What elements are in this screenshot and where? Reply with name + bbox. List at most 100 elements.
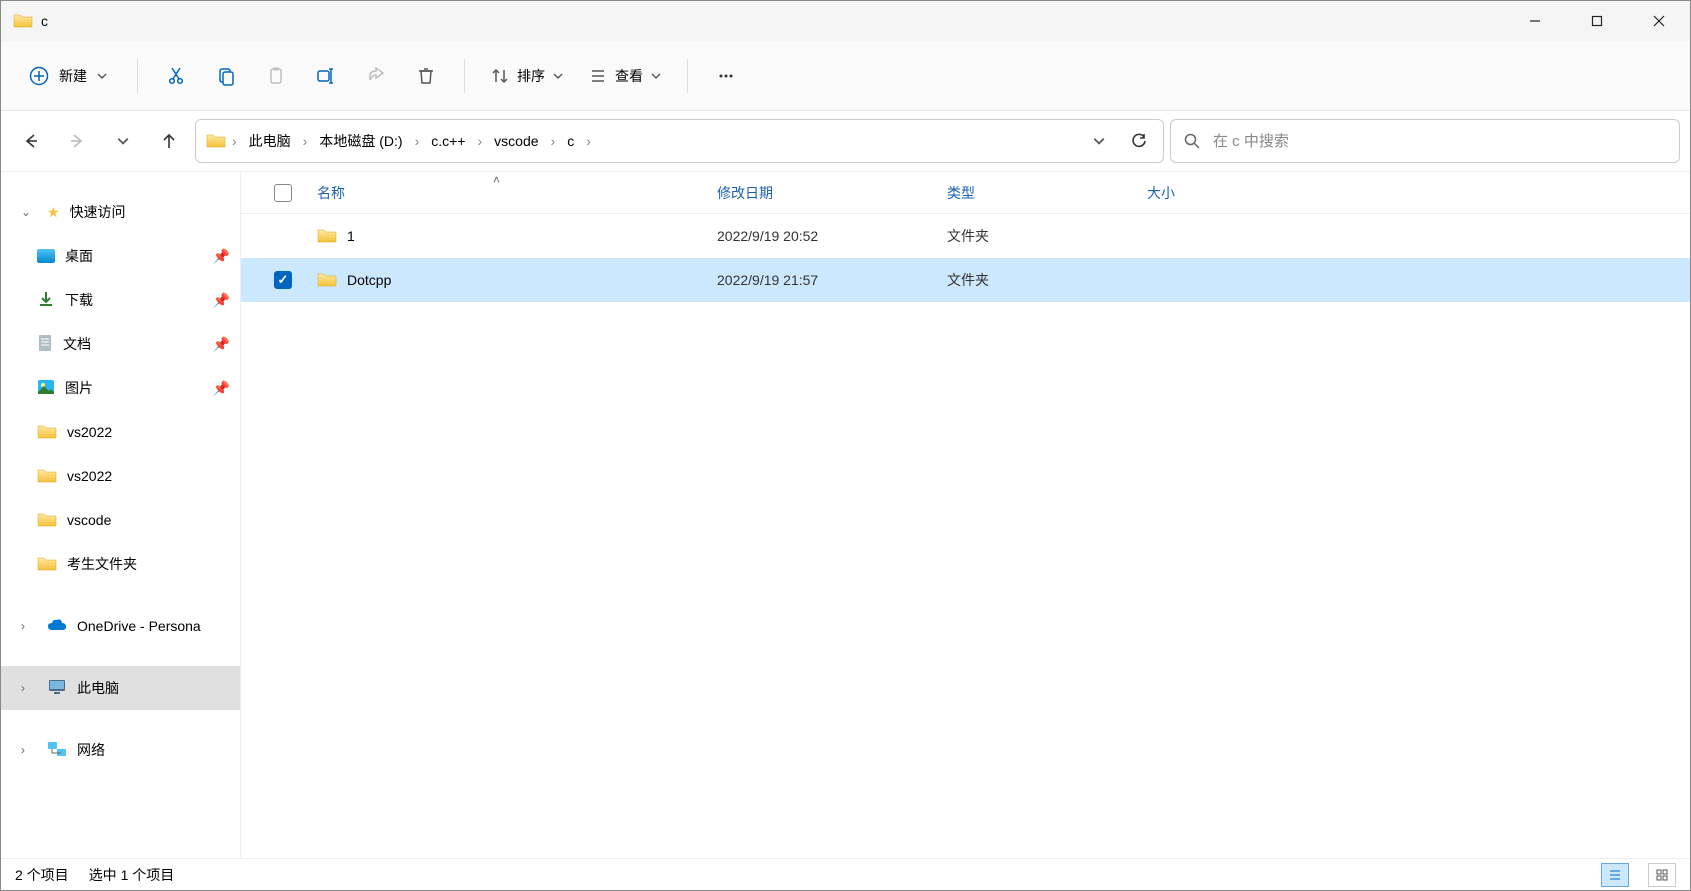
cloud-icon <box>47 618 67 635</box>
sidebar-item-downloads[interactable]: 下载 📌 <box>1 278 240 322</box>
search-box[interactable] <box>1170 119 1680 163</box>
new-button[interactable]: 新建 <box>15 58 121 94</box>
sidebar-item-pictures[interactable]: 图片 📌 <box>1 366 240 410</box>
sort-label: 排序 <box>517 66 545 86</box>
folder-icon <box>317 227 337 246</box>
sidebar-item-folder[interactable]: 考生文件夹 <box>1 542 240 586</box>
sidebar: ⌄ ★ 快速访问 桌面 📌 下载 📌 文档 📌 图片 <box>1 172 241 858</box>
minimize-button[interactable] <box>1504 1 1566 41</box>
sidebar-label: vs2022 <box>67 468 230 484</box>
pictures-icon <box>37 379 55 398</box>
search-icon <box>1183 132 1201 150</box>
row-checkbox[interactable] <box>263 227 303 245</box>
chevron-down-icon <box>97 71 107 81</box>
copy-button[interactable] <box>204 54 248 98</box>
chevron-right-icon: › <box>301 133 310 149</box>
history-dropdown-button[interactable] <box>1081 123 1117 159</box>
chevron-right-icon: › <box>21 619 37 633</box>
sort-button[interactable]: 排序 <box>481 58 573 94</box>
sidebar-label: 桌面 <box>65 246 203 266</box>
icons-view-button[interactable] <box>1648 863 1676 887</box>
sidebar-this-pc[interactable]: › 此电脑 <box>1 666 240 710</box>
delete-button[interactable] <box>404 54 448 98</box>
body: ⌄ ★ 快速访问 桌面 📌 下载 📌 文档 📌 图片 <box>1 171 1690 858</box>
sidebar-item-desktop[interactable]: 桌面 📌 <box>1 234 240 278</box>
file-name: Dotcpp <box>347 272 391 288</box>
row-checkbox[interactable] <box>263 271 303 289</box>
pin-icon: 📌 <box>213 336 230 353</box>
up-button[interactable] <box>149 121 189 161</box>
sidebar-label: 图片 <box>65 378 203 398</box>
monitor-icon <box>47 679 67 698</box>
column-name[interactable]: 名称 ˄ <box>303 183 703 203</box>
desktop-icon <box>37 249 55 263</box>
select-all-checkbox[interactable] <box>263 184 303 202</box>
chevron-right-icon: › <box>230 133 239 149</box>
sidebar-item-folder[interactable]: vs2022 <box>1 410 240 454</box>
address-row: › 此电脑 › 本地磁盘 (D:) › c.c++ › vscode › c › <box>1 111 1690 171</box>
chevron-right-icon: › <box>475 133 484 149</box>
download-icon <box>37 290 55 311</box>
file-row[interactable]: Dotcpp 2022/9/19 21:57 文件夹 <box>241 258 1690 302</box>
pin-icon: 📌 <box>213 292 230 309</box>
window-title: c <box>41 13 48 29</box>
sidebar-quick-access[interactable]: ⌄ ★ 快速访问 <box>1 190 240 234</box>
file-date: 2022/9/19 21:57 <box>703 272 933 288</box>
sidebar-item-folder[interactable]: vscode <box>1 498 240 542</box>
more-button[interactable] <box>704 54 748 98</box>
view-label: 查看 <box>615 66 643 86</box>
document-icon <box>37 334 53 355</box>
folder-icon <box>206 132 226 151</box>
sidebar-label: vscode <box>67 512 230 528</box>
pin-icon: 📌 <box>213 380 230 397</box>
sidebar-item-documents[interactable]: 文档 📌 <box>1 322 240 366</box>
file-type: 文件夹 <box>933 270 1133 290</box>
rename-button[interactable] <box>304 54 348 98</box>
back-button[interactable] <box>11 121 51 161</box>
file-name-cell: Dotcpp <box>303 271 703 290</box>
sidebar-label: vs2022 <box>67 424 230 440</box>
folder-icon <box>317 271 337 290</box>
status-selected-count: 选中 1 个项目 <box>89 865 175 885</box>
chevron-down-icon: ⌄ <box>21 205 37 219</box>
status-bar: 2 个项目 选中 1 个项目 <box>1 858 1690 890</box>
sidebar-onedrive[interactable]: › OneDrive - Persona <box>1 604 240 648</box>
column-date[interactable]: 修改日期 <box>703 183 933 203</box>
folder-icon <box>37 467 57 486</box>
search-input[interactable] <box>1213 133 1667 150</box>
recent-button[interactable] <box>103 121 143 161</box>
file-date: 2022/9/19 20:52 <box>703 228 933 244</box>
details-view-button[interactable] <box>1601 863 1629 887</box>
breadcrumb-item[interactable]: 此电脑 <box>243 127 297 155</box>
folder-icon <box>37 555 57 574</box>
share-button[interactable] <box>354 54 398 98</box>
breadcrumb-item[interactable]: 本地磁盘 (D:) <box>313 127 408 155</box>
chevron-down-icon <box>651 71 661 81</box>
refresh-button[interactable] <box>1121 123 1157 159</box>
cut-button[interactable] <box>154 54 198 98</box>
chevron-right-icon: › <box>549 133 558 149</box>
column-size[interactable]: 大小 <box>1133 183 1253 203</box>
file-row[interactable]: 1 2022/9/19 20:52 文件夹 <box>241 214 1690 258</box>
forward-button[interactable] <box>57 121 97 161</box>
chevron-right-icon: › <box>21 681 37 695</box>
sidebar-label: 考生文件夹 <box>67 554 230 574</box>
maximize-button[interactable] <box>1566 1 1628 41</box>
folder-icon <box>37 511 57 530</box>
breadcrumb-item[interactable]: c <box>561 129 580 153</box>
chevron-right-icon: › <box>21 743 37 757</box>
sidebar-network[interactable]: › 网络 <box>1 728 240 772</box>
sort-asc-icon: ˄ <box>493 173 500 187</box>
sidebar-item-folder[interactable]: vs2022 <box>1 454 240 498</box>
breadcrumb-item[interactable]: vscode <box>488 129 544 153</box>
address-bar[interactable]: › 此电脑 › 本地磁盘 (D:) › c.c++ › vscode › c › <box>195 119 1164 163</box>
titlebar[interactable]: c <box>1 1 1690 41</box>
breadcrumb-item[interactable]: c.c++ <box>425 129 471 153</box>
view-button[interactable]: 查看 <box>579 58 671 94</box>
close-button[interactable] <box>1628 1 1690 41</box>
sidebar-label: 此电脑 <box>77 678 230 698</box>
column-type[interactable]: 类型 <box>933 183 1133 203</box>
new-label: 新建 <box>59 66 87 86</box>
star-icon: ★ <box>47 204 60 221</box>
paste-button[interactable] <box>254 54 298 98</box>
